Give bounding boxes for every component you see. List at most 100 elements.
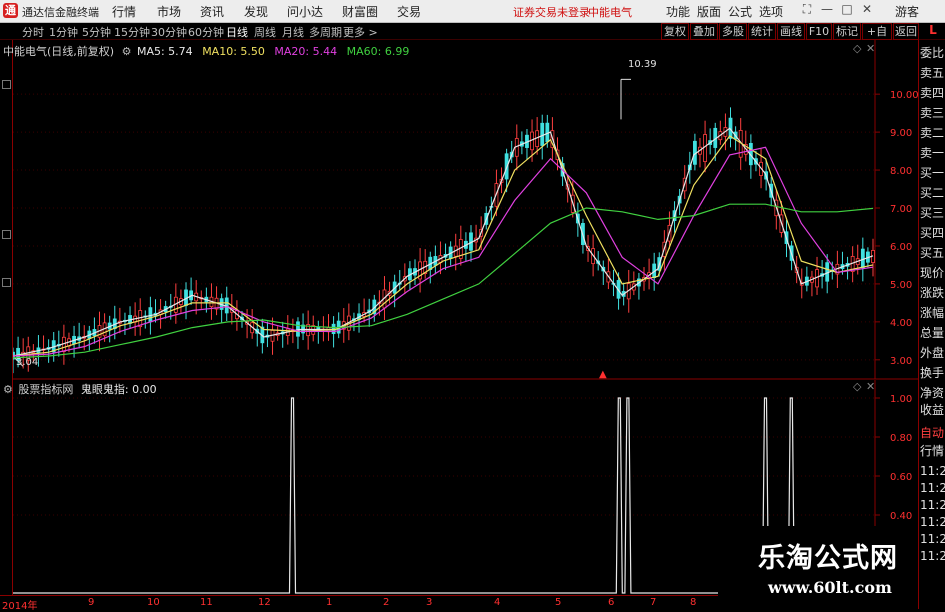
- sidebar-sell5[interactable]: 卖五: [920, 65, 945, 81]
- date-tick: 7: [650, 597, 657, 608]
- f10-button[interactable]: F10: [806, 23, 832, 40]
- ma20-legend: MA20: 5.44: [274, 45, 338, 58]
- overlay-button[interactable]: 叠加: [690, 23, 718, 40]
- tab-30min[interactable]: 30分钟: [151, 24, 187, 40]
- maximize-icon[interactable]: □: [840, 2, 854, 16]
- high-price-label: 10.39: [628, 59, 657, 70]
- tab-5min[interactable]: 5分钟: [82, 24, 111, 40]
- current-stock-name: 中能电气: [588, 6, 632, 19]
- sidebar-auto[interactable]: 自动: [920, 425, 945, 441]
- price-tick-label: 3.00: [890, 356, 912, 367]
- fuquan-button[interactable]: 复权: [661, 23, 689, 40]
- menu-bar: 通 通达信金融终端 行情 市场 资讯 发现 问小达 财富圈 交易 证券交易未登录…: [0, 0, 945, 23]
- multi-stock-button[interactable]: 多股: [719, 23, 747, 40]
- date-tick: 3: [426, 597, 433, 608]
- tab-multi-period[interactable]: 多周期: [309, 24, 342, 40]
- tab-15min[interactable]: 15分钟: [114, 24, 150, 40]
- draw-line-button[interactable]: 画线: [777, 23, 805, 40]
- mark-button[interactable]: 标记: [833, 23, 861, 40]
- skin-icon[interactable]: ⛶: [800, 2, 814, 17]
- date-tick: 12: [258, 597, 271, 608]
- quote-sidebar: 委比 卖五 卖四 卖三 卖二 卖一 买一 买二 买三 买四 买五 现价 涨跌 涨…: [918, 40, 945, 609]
- app-brand: 通达信金融终端: [22, 6, 99, 19]
- ind-close-icon[interactable]: ✕: [866, 380, 875, 393]
- strip-toggle-icon[interactable]: [2, 278, 11, 287]
- user-label[interactable]: 游客: [895, 3, 919, 20]
- main-chart-legend: 中能电气(日线,前复权) ⚙ MA5: 5.74 MA10: 5.50 MA20…: [3, 43, 409, 59]
- sidebar-volume[interactable]: 总量: [920, 325, 945, 341]
- menu-jiaoyi[interactable]: 交易: [397, 3, 421, 20]
- sidebar-time: 11:27: [920, 498, 945, 512]
- sidebar-change-pct[interactable]: 涨幅: [920, 305, 945, 321]
- ma60-legend: MA60: 6.99: [346, 45, 410, 58]
- sidebar-buy3[interactable]: 买三: [920, 205, 945, 221]
- candle-body: [540, 122, 545, 146]
- indicator-tick-label: 0.40: [890, 511, 912, 522]
- sidebar-time: 11:27: [920, 464, 945, 478]
- sidebar-netasset[interactable]: 净资: [920, 385, 945, 401]
- level2-label[interactable]: L: [921, 23, 945, 39]
- date-tick: 1: [326, 597, 333, 608]
- sidebar-change[interactable]: 涨跌: [920, 285, 945, 301]
- menu-gongneng[interactable]: 功能: [666, 3, 690, 20]
- ind-expand-icon[interactable]: ◇: [853, 380, 861, 393]
- tab-more[interactable]: 更多 >: [343, 24, 378, 40]
- settings-gear-icon[interactable]: ⚙: [122, 45, 132, 58]
- back-button[interactable]: 返回: [893, 23, 919, 40]
- event-flag-icon[interactable]: ▲: [599, 369, 607, 380]
- tab-60min[interactable]: 60分钟: [188, 24, 224, 40]
- price-tick-label: 7.00: [890, 204, 912, 215]
- tab-weekly[interactable]: 周线: [254, 24, 276, 40]
- strip-toggle-icon[interactable]: [2, 230, 11, 239]
- sidebar-outer[interactable]: 外盘: [920, 345, 945, 361]
- date-tick: 5: [555, 597, 562, 608]
- period-toolbar: 分时 1分钟 5分钟 15分钟 30分钟 60分钟 日线 周线 月线 多周期 更…: [0, 23, 945, 53]
- indicator-tick-label: 0.60: [890, 472, 912, 483]
- sidebar-turnover[interactable]: 换手: [920, 365, 945, 381]
- pane-close-icon[interactable]: ✕: [866, 42, 875, 55]
- menu-banmian[interactable]: 版面: [697, 3, 721, 20]
- close-icon[interactable]: ✕: [860, 2, 874, 16]
- sidebar-buy4[interactable]: 买四: [920, 225, 945, 241]
- login-notice[interactable]: 证券交易未登录: [513, 4, 590, 20]
- menu-caifuquan[interactable]: 财富圈: [342, 3, 378, 20]
- add-watchlist-button[interactable]: +自选: [862, 23, 892, 53]
- indicator-gear-icon[interactable]: ⚙: [3, 383, 13, 396]
- sidebar-sell1[interactable]: 卖一: [920, 145, 945, 161]
- sidebar-time: 11:27: [920, 549, 945, 563]
- tab-daily[interactable]: 日线: [226, 24, 248, 40]
- menu-hangqing[interactable]: 行情: [112, 3, 136, 20]
- sidebar-buy5[interactable]: 买五: [920, 245, 945, 261]
- menu-xuanxiang[interactable]: 选项: [759, 3, 783, 20]
- sidebar-buy1[interactable]: 买一: [920, 165, 945, 181]
- sidebar-sell3[interactable]: 卖三: [920, 105, 945, 121]
- sidebar-buy2[interactable]: 买二: [920, 185, 945, 201]
- tab-fenshi[interactable]: 分时: [22, 24, 44, 40]
- sidebar-weibi[interactable]: 委比: [920, 45, 945, 61]
- price-tick-label: 10.00: [890, 90, 918, 101]
- indicator-tick-label: 0.80: [890, 433, 912, 444]
- sidebar-sell4[interactable]: 卖四: [920, 85, 945, 101]
- menu-gongshi[interactable]: 公式: [728, 3, 752, 20]
- indicator-name-value: 鬼眼鬼指: 0.00: [80, 383, 157, 396]
- sidebar-ticks[interactable]: 行情: [920, 443, 945, 459]
- minimize-icon[interactable]: —: [820, 2, 834, 16]
- menu-zixun[interactable]: 资讯: [200, 3, 224, 20]
- sidebar-price[interactable]: 现价: [920, 265, 945, 281]
- main-chart-title: 中能电气(日线,前复权): [3, 45, 115, 58]
- menu-faxian[interactable]: 发现: [244, 3, 268, 20]
- sidebar-sell2[interactable]: 卖二: [920, 125, 945, 141]
- chart-area[interactable]: 10.00 9.00 8.00 7.00 6.00 5.00 4.00 3.00 ▲ 1.00…: [13, 40, 918, 595]
- menu-shichang[interactable]: 市场: [157, 3, 181, 20]
- date-tick: 8: [690, 597, 697, 608]
- date-tick: 11: [200, 597, 213, 608]
- tab-monthly[interactable]: 月线: [282, 24, 304, 40]
- menu-wenxiaoda[interactable]: 问小达: [287, 3, 323, 20]
- pane-expand-icon[interactable]: ◇: [853, 42, 861, 55]
- sidebar-time: 11:27: [920, 481, 945, 495]
- tab-1min[interactable]: 1分钟: [49, 24, 78, 40]
- sidebar-time: 11:27: [920, 515, 945, 529]
- sidebar-earnings[interactable]: 收益: [920, 402, 945, 418]
- statistics-button[interactable]: 统计: [748, 23, 776, 40]
- strip-toggle-icon[interactable]: [2, 80, 11, 89]
